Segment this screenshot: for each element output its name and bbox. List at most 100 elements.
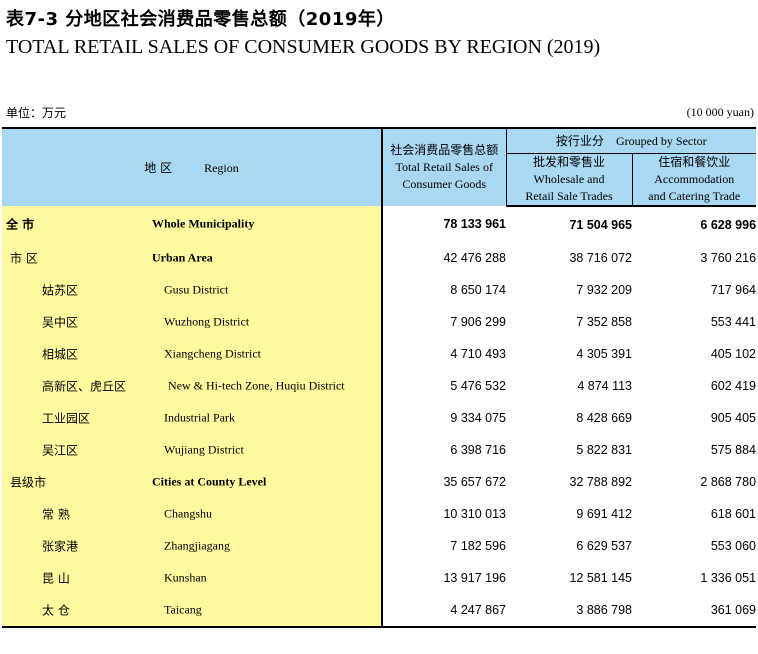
region-name-en: Industrial Park [164, 410, 235, 425]
total-value: 35 657 672 [443, 475, 506, 489]
table-row: 常 熟 Changshu 10 310 013 9 691 412 618 601 [2, 498, 756, 530]
table-row: 太 仓 Taicang 4 247 867 3 886 798 361 069 [2, 594, 757, 628]
table-row: 工业园区 Industrial Park 9 334 075 8 428 669 … [2, 402, 756, 434]
region-name-cn: 县级市 [10, 475, 47, 490]
region-name-cn: 吴中区 [42, 315, 79, 330]
header-total-cn: 社会消费品零售总额 [390, 143, 499, 157]
region-cell: 工业园区 Industrial Park [2, 402, 383, 434]
accommodation-value: 553 441 [710, 315, 757, 329]
header-accom-en-1: Accommodation [654, 172, 735, 186]
header-region-cn: 地 区 [144, 160, 173, 175]
table-row: 昆 山 Kunshan 13 917 196 12 581 145 1 336 0… [2, 562, 756, 594]
accommodation-value: 1 336 051 [700, 571, 757, 585]
wholesale-value: 3 886 798 [506, 594, 632, 628]
region-name-en: Gusu District [164, 282, 229, 297]
header-region: 地 区 Region [2, 128, 383, 206]
region-cell: 吴中区 Wuzhong District [2, 306, 383, 338]
region-cell: 相城区 Xiangcheng District [2, 338, 383, 370]
wholesale-value: 7 352 858 [576, 315, 632, 329]
accommodation-value: 3 760 216 [700, 251, 757, 265]
header-accom-cn: 住宿和餐饮业 [658, 155, 731, 169]
region-name-en: Changshu [164, 506, 212, 521]
header-grouped-by-sector: 按行业分 Grouped by Sector [506, 128, 757, 154]
unit-label-en: (10 000 yuan) [686, 105, 754, 119]
wholesale-value: 6 629 537 [576, 539, 632, 553]
accommodation-value: 405 102 [710, 347, 757, 361]
wholesale-value: 4 874 113 [577, 379, 632, 393]
accommodation-value: 553 060 [710, 539, 757, 553]
page-title-en: TOTAL RETAIL SALES OF CONSUMER GOODS BY … [6, 36, 601, 58]
region-cell: 吴江区 Wujiang District [2, 434, 383, 466]
wholesale-value: 8 428 669 [576, 411, 632, 425]
wholesale-value: 32 788 892 [569, 475, 632, 489]
header-wholesale-en-1: Wholesale and [533, 172, 605, 186]
accommodation-value: 361 069 [632, 594, 757, 628]
region-cell: 全 市 Whole Municipality [2, 206, 383, 242]
header-group-cn: 按行业分 [555, 134, 604, 148]
region-name-cn: 张家港 [42, 539, 79, 554]
region-name-en: Urban Area [152, 250, 213, 265]
region-name-cn: 工业园区 [42, 411, 91, 426]
total-value: 8 650 174 [450, 283, 506, 297]
table-row: 姑苏区 Gusu District 8 650 174 7 932 209 717… [2, 274, 756, 306]
region-name-cn: 吴江区 [42, 443, 79, 458]
region-name-en: New & Hi-tech Zone, Huqiu District [168, 378, 345, 393]
accommodation-value: 575 884 [710, 443, 757, 457]
region-name-en: Zhangjiagang [164, 538, 230, 553]
region-name-en: Xiangcheng District [164, 346, 261, 361]
table-row: 高新区、虎丘区 New & Hi-tech Zone, Huqiu Distric… [2, 370, 756, 402]
accommodation-value: 905 405 [710, 411, 757, 425]
accommodation-value: 2 868 780 [700, 475, 757, 489]
wholesale-value: 71 504 965 [569, 217, 632, 232]
table-row: 张家港 Zhangjiagang 7 182 596 6 629 537 553 … [2, 530, 756, 562]
region-cell: 县级市 Cities at County Level [2, 466, 383, 498]
retail-sales-table: 地 区 Region 社会消费品零售总额 Total Retail Sales … [2, 127, 757, 628]
total-value: 9 334 075 [450, 411, 506, 425]
accommodation-value: 717 964 [710, 283, 757, 297]
region-cell: 高新区、虎丘区 New & Hi-tech Zone, Huqiu Distric… [2, 370, 383, 402]
table-row: 县级市 Cities at County Level 35 657 672 32 … [2, 466, 756, 498]
table-row: 市 区 Urban Area 42 476 288 38 716 072 3 76… [2, 242, 756, 274]
region-name-en: Taicang [164, 602, 202, 617]
total-value: 7 182 596 [450, 539, 506, 553]
page-title-cn: 表7-3 分地区社会消费品零售总额（2019年） [6, 9, 395, 30]
region-cell: 常 熟 Changshu [2, 498, 383, 530]
region-name-en: Wujiang District [164, 442, 244, 457]
accommodation-value: 618 601 [710, 507, 757, 521]
region-name-cn: 全 市 [6, 217, 35, 232]
region-name-cn: 姑苏区 [42, 283, 79, 298]
region-cell: 姑苏区 Gusu District [2, 274, 383, 306]
accommodation-value: 6 628 996 [700, 217, 757, 232]
total-value: 4 247 867 [382, 594, 506, 628]
table-row: 吴江区 Wujiang District 6 398 716 5 822 831 … [2, 434, 756, 466]
region-name-cn: 市 区 [10, 251, 38, 266]
total-value: 13 917 196 [443, 571, 506, 585]
table-row: 相城区 Xiangcheng District 4 710 493 4 305 3… [2, 338, 756, 370]
header-group-en: Grouped by Sector [615, 134, 707, 148]
header-accommodation: 住宿和餐饮业 Accommodation and Catering Trade [632, 153, 757, 207]
region-cell: 昆 山 Kunshan [2, 562, 383, 594]
wholesale-value: 5 822 831 [576, 443, 632, 457]
region-name-en: Kunshan [164, 570, 207, 585]
region-cell: 张家港 Zhangjiagang [2, 530, 383, 562]
region-name-cn: 常 熟 [42, 507, 70, 522]
region-name-en: Cities at County Level [152, 474, 267, 489]
header-wholesale-en-2: Retail Sale Trades [525, 189, 613, 203]
total-value: 6 398 716 [450, 443, 506, 457]
unit-label-cn: 单位：万元 [6, 106, 67, 120]
total-value: 7 906 299 [450, 315, 506, 329]
table-row: 吴中区 Wuzhong District 7 906 299 7 352 858 … [2, 306, 756, 338]
total-value: 42 476 288 [443, 251, 506, 265]
wholesale-value: 9 691 412 [576, 507, 632, 521]
total-value: 78 133 961 [443, 217, 506, 231]
table-row: 全 市 Whole Municipality 78 133 961 71 504 … [2, 206, 756, 242]
header-total: 社会消费品零售总额 Total Retail Sales of Consumer… [382, 128, 507, 206]
header-region-en: Region [204, 160, 239, 175]
total-value: 10 310 013 [443, 507, 506, 521]
region-name-en: Whole Municipality [152, 216, 255, 231]
header-total-en-2: Consumer Goods [402, 177, 487, 191]
wholesale-value: 7 932 209 [576, 283, 632, 297]
region-cell: 市 区 Urban Area [2, 242, 383, 274]
wholesale-value: 38 716 072 [569, 251, 632, 265]
region-name-cn: 昆 山 [42, 571, 70, 586]
